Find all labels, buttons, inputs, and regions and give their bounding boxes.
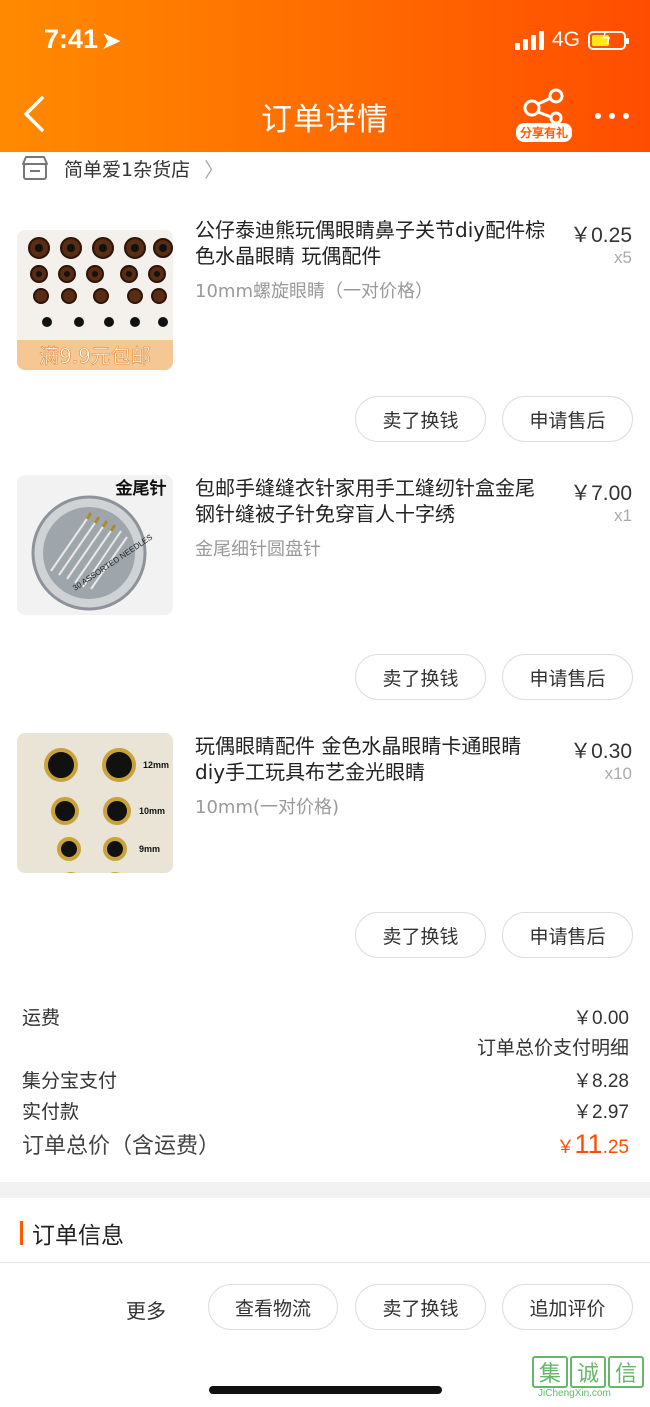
status-icons: 4G ϟ	[514, 28, 629, 52]
dot-icon	[609, 113, 615, 119]
doll-eyes-image: 满9.9元包邮	[17, 237, 173, 370]
status-time: 7:41 ➤	[44, 24, 120, 55]
shipping-row: 运费 ￥0.00	[22, 1003, 629, 1030]
after-sales-button[interactable]: 申请售后	[502, 654, 633, 700]
product-image[interactable]: 12mm 10mm 9mm 8mm	[17, 733, 173, 873]
points-row: 集分宝支付 ￥8.28	[22, 1066, 629, 1093]
paid-value: ￥2.97	[573, 1102, 629, 1123]
item-price: ￥7.00	[570, 482, 632, 505]
size-label: 9mm	[139, 844, 160, 854]
item-title[interactable]: 玩偶眼睛配件 金色水晶眼睛卡通眼睛 diy手工玩具布艺金光眼睛	[195, 733, 550, 785]
product-image[interactable]: 满9.9元包邮	[17, 230, 173, 370]
free-shipping-badge: 满9.9元包邮	[39, 344, 151, 368]
product-image[interactable]: 金尾针 30 ASSORTED NEEDLES	[17, 475, 173, 615]
after-sales-button[interactable]: 申请售后	[502, 912, 633, 958]
item-quantity: x5	[614, 248, 632, 267]
store-icon	[22, 156, 48, 180]
item-title[interactable]: 包邮手缝缝衣针家用手工缝纫针盒金尾钢针缝被子针免穿盲人十字绣	[195, 475, 550, 527]
view-logistics-button[interactable]: 查看物流	[208, 1284, 338, 1330]
shipping-label: 运费	[22, 1007, 61, 1029]
sell-button[interactable]: 卖了换钱	[355, 1284, 486, 1330]
section-divider	[0, 1182, 650, 1198]
total-value: ￥11.25	[557, 1129, 629, 1160]
currency-symbol: ￥	[556, 1137, 575, 1157]
gold-eyes-image: 12mm 10mm 9mm 8mm	[44, 748, 169, 873]
payment-detail-link[interactable]: 订单总价支付明细	[477, 1033, 629, 1060]
watermark-char: 诚	[570, 1356, 606, 1388]
signal-icon	[514, 30, 544, 50]
needle-case-image: 金尾针 30 ASSORTED NEEDLES	[31, 478, 167, 611]
battery-icon: ϟ	[588, 29, 629, 50]
item-title[interactable]: 公仔泰迪熊玩偶眼睛鼻子关节diy配件棕色水晶眼睛 玩偶配件	[195, 217, 550, 269]
share-icon	[523, 88, 564, 125]
item-spec: 10mm(一对价格)	[195, 797, 340, 818]
status-time-text: 7:41	[44, 24, 99, 54]
sell-button[interactable]: 卖了换钱	[355, 654, 486, 700]
paid-label: 实付款	[22, 1101, 80, 1123]
watermark-domain: JiChengXin.com	[538, 1388, 611, 1399]
item-price: ￥0.30	[570, 740, 632, 763]
item-price: ￥0.25	[570, 224, 632, 247]
item-spec: 10mm螺旋眼睛（一对价格）	[195, 281, 433, 302]
watermark-char: 信	[608, 1356, 644, 1388]
shop-row[interactable]: 简单爱1杂货店 〉	[20, 152, 224, 184]
top-header: 7:41 ➤ 4G ϟ 订单详情 分享有礼	[0, 0, 650, 152]
shipping-value: ￥0.00	[573, 1008, 629, 1029]
order-info-title: 订单信息	[32, 1223, 124, 1249]
shop-name: 简单爱1杂货店	[64, 158, 191, 181]
watermark-logo: 集 诚 信 JiChengXin.com	[532, 1356, 647, 1404]
points-label: 集分宝支付	[22, 1070, 118, 1092]
size-label: 10mm	[139, 806, 165, 816]
total-row: 订单总价（含运费） ￥11.25	[22, 1128, 629, 1160]
home-indicator	[209, 1386, 442, 1394]
item-spec: 金尾细针圆盘针	[195, 539, 321, 560]
item-quantity: x10	[604, 764, 632, 783]
add-review-button[interactable]: 追加评价	[502, 1284, 633, 1330]
order-info-header[interactable]: 订单信息	[20, 1218, 124, 1249]
sell-button[interactable]: 卖了换钱	[355, 912, 486, 958]
chevron-right-icon: 〉	[204, 157, 225, 182]
share-button[interactable]: 分享有礼	[514, 86, 576, 144]
location-arrow-icon: ➤	[102, 28, 121, 53]
dot-icon	[595, 113, 601, 119]
item-quantity: x1	[614, 506, 632, 525]
paid-row: 实付款 ￥2.97	[22, 1097, 629, 1124]
needle-caption: 金尾针	[115, 478, 167, 499]
size-label: 12mm	[143, 760, 169, 770]
more-menu-button[interactable]	[595, 110, 629, 122]
total-label: 订单总价（含运费）	[22, 1134, 221, 1159]
points-value: ￥8.28	[573, 1071, 629, 1092]
total-integer: 11	[574, 1129, 603, 1159]
dot-icon	[623, 113, 629, 119]
sell-button[interactable]: 卖了换钱	[355, 396, 486, 442]
network-label: 4G	[551, 28, 580, 51]
watermark-char: 集	[532, 1356, 568, 1388]
after-sales-button[interactable]: 申请售后	[502, 396, 633, 442]
more-actions-button[interactable]: 更多	[126, 1295, 166, 1324]
accent-bar	[20, 1221, 23, 1245]
total-decimal: .25	[602, 1137, 629, 1158]
share-label: 分享有礼	[516, 123, 573, 142]
